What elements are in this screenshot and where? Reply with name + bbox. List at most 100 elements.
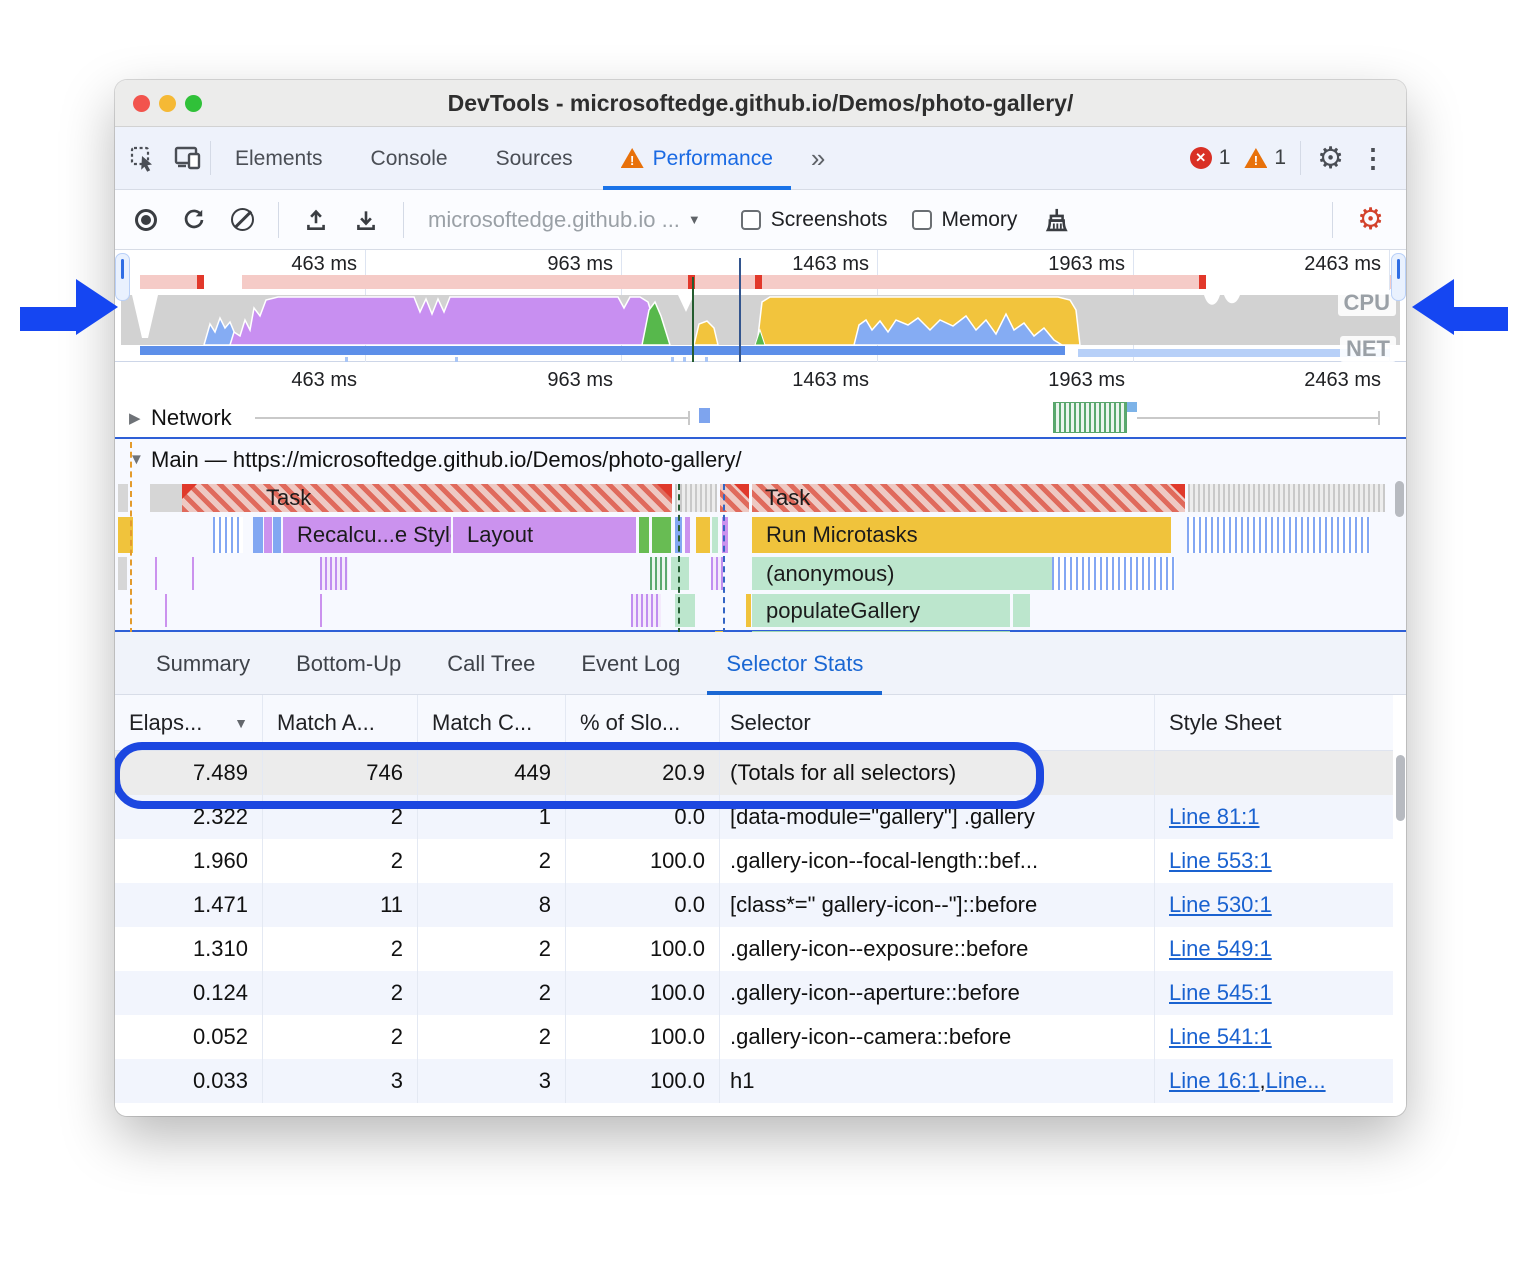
screenshots-checkbox[interactable] — [741, 210, 761, 230]
header-elapsed[interactable]: Elaps...▼ — [115, 695, 263, 750]
main-thread-track[interactable]: ▼ Main — https://microsoftedge.github.io… — [115, 437, 1406, 632]
flame-bar[interactable] — [264, 517, 272, 553]
memory-checkbox[interactable] — [912, 210, 932, 230]
clear-recording-icon[interactable] — [231, 208, 254, 231]
device-toolbar-icon[interactable] — [174, 145, 202, 171]
flame-bar[interactable] — [685, 517, 690, 553]
flame-task-fragments[interactable] — [1188, 484, 1385, 512]
tab-warning-icon: ! — [621, 148, 644, 168]
flame-task-partial[interactable] — [118, 484, 128, 512]
tab-event-log[interactable]: Event Log — [558, 632, 703, 695]
table-row[interactable]: 1.471 11 8 0.0 [class*=" gallery-icon--"… — [115, 883, 1393, 927]
error-count-icon[interactable]: ✕ — [1190, 147, 1212, 169]
tab-console[interactable]: Console — [347, 127, 472, 190]
flame-layout[interactable]: Layout — [453, 517, 636, 553]
flame-recalculate-style[interactable]: Recalcu...e Style — [283, 517, 451, 553]
timeline-overview[interactable]: 463 ms 963 ms 1463 ms 1963 ms 2463 ms — [115, 250, 1406, 362]
style-sheet-link[interactable]: Line... — [1266, 1068, 1326, 1094]
download-profile-icon[interactable] — [353, 207, 379, 233]
flame-long-task[interactable]: Task — [752, 484, 1185, 512]
overview-right-drag-handle[interactable] — [1391, 253, 1406, 301]
style-sheet-link[interactable]: Line 549:1 — [1169, 936, 1272, 962]
style-sheet-link[interactable]: Line 553:1 — [1169, 848, 1272, 874]
scrollbar-thumb[interactable] — [1396, 755, 1405, 821]
style-sheet-link[interactable]: Line 81:1 — [1169, 804, 1260, 830]
flame-long-task[interactable]: Task — [182, 484, 672, 512]
table-row-totals[interactable]: 7.489 746 449 20.9 (Totals for all selec… — [115, 751, 1393, 795]
network-request-block[interactable] — [1053, 402, 1127, 433]
flame-sliver[interactable] — [155, 557, 157, 590]
tab-selector-stats[interactable]: Selector Stats — [703, 632, 886, 695]
flame-task-gray[interactable] — [150, 484, 182, 512]
header-style-sheet[interactable]: Style Sheet — [1155, 695, 1393, 750]
flame-bar[interactable] — [639, 517, 649, 553]
kebab-menu-icon[interactable]: ⋮ — [1360, 143, 1386, 174]
tab-call-tree[interactable]: Call Tree — [424, 632, 558, 695]
style-sheet-link[interactable]: Line 541:1 — [1169, 1024, 1272, 1050]
scrollbar-thumb[interactable] — [1395, 481, 1404, 517]
flame-fragments[interactable] — [1187, 517, 1370, 553]
flame-fragments[interactable] — [1052, 557, 1175, 590]
long-task-red — [755, 275, 762, 289]
collapse-triangle-icon[interactable]: ▶ — [129, 409, 141, 427]
flame-bar[interactable] — [652, 517, 671, 553]
flame-bar-partial[interactable] — [118, 557, 127, 590]
flame-fragments[interactable] — [650, 557, 668, 590]
flame-fragments[interactable] — [711, 557, 723, 590]
tab-elements[interactable]: Elements — [211, 127, 347, 190]
flame-task-fragments[interactable] — [675, 484, 717, 512]
selector-stats-table: Elaps...▼ Match A... Match C... % of Slo… — [115, 695, 1406, 1116]
flame-populate-gallery[interactable]: populateGallery — [752, 594, 1010, 627]
collect-garbage-icon[interactable] — [1041, 206, 1069, 234]
flame-fragments[interactable] — [213, 517, 243, 553]
tab-sources[interactable]: Sources — [472, 127, 597, 190]
table-row[interactable]: 0.124 2 2 100.0 .gallery-icon--aperture:… — [115, 971, 1393, 1015]
flame-fragments[interactable] — [320, 557, 348, 590]
tab-summary[interactable]: Summary — [133, 632, 273, 695]
flame-bar[interactable] — [712, 517, 718, 553]
network-request-marker[interactable] — [699, 408, 710, 423]
table-row[interactable]: 2.322 2 1 0.0 [data-module="gallery"] .g… — [115, 795, 1393, 839]
flame-bar[interactable] — [273, 517, 281, 553]
reload-and-record-button[interactable] — [181, 207, 207, 233]
settings-gear-icon[interactable]: ⚙ — [1317, 141, 1344, 176]
header-match-attempts[interactable]: Match A... — [263, 695, 418, 750]
style-sheet-link[interactable]: Line 16:1 — [1169, 1068, 1260, 1094]
flame-sliver[interactable] — [165, 594, 167, 627]
network-request-marker[interactable] — [1127, 402, 1137, 412]
warning-count-icon[interactable]: ! — [1244, 148, 1267, 168]
table-row[interactable]: 1.310 2 2 100.0 .gallery-icon--exposure:… — [115, 927, 1393, 971]
upload-profile-icon[interactable] — [303, 207, 329, 233]
flame-run-microtasks[interactable]: Run Microtasks — [752, 517, 1171, 553]
table-row[interactable]: 0.033 3 3 100.0 h1 Line 16:1 , Line... — [115, 1059, 1393, 1103]
header-pct-slow[interactable]: % of Slo... — [566, 695, 720, 750]
flame-fragments[interactable] — [631, 594, 661, 627]
flame-sliver[interactable] — [746, 594, 751, 627]
more-tabs-icon[interactable]: » — [797, 127, 839, 190]
style-sheet-link[interactable]: Line 545:1 — [1169, 980, 1272, 1006]
history-select[interactable]: microsoftedge.github.io ... ▼ — [428, 207, 701, 233]
flame-sliver[interactable] — [320, 594, 322, 627]
flame-bar[interactable] — [1013, 594, 1030, 627]
flame-bar[interactable] — [253, 517, 263, 553]
memory-checkbox-group[interactable]: Memory — [912, 208, 1018, 232]
header-match-count[interactable]: Match C... — [418, 695, 566, 750]
table-row[interactable]: 0.052 2 2 100.0 .gallery-icon--camera::b… — [115, 1015, 1393, 1059]
flame-bar[interactable] — [696, 517, 710, 553]
tab-performance[interactable]: ! Performance — [597, 127, 797, 190]
flame-bar[interactable] — [671, 557, 689, 590]
capture-settings-gear-icon[interactable]: ⚙ — [1357, 202, 1384, 237]
inspect-element-icon[interactable] — [129, 145, 156, 172]
record-button[interactable] — [135, 209, 157, 231]
cell-selector: [class*=" gallery-icon--"]::before — [720, 883, 1155, 927]
network-track[interactable]: ▶ Network — [115, 400, 1406, 437]
tab-bottom-up[interactable]: Bottom-Up — [273, 632, 424, 695]
ruler-tick: 2463 ms — [1251, 369, 1381, 392]
flame-anonymous[interactable]: (anonymous) — [752, 557, 1052, 590]
marker-dashed-blue — [723, 484, 725, 634]
flame-sliver[interactable] — [192, 557, 194, 590]
screenshots-checkbox-group[interactable]: Screenshots — [741, 208, 888, 232]
header-selector[interactable]: Selector — [720, 695, 1155, 750]
style-sheet-link[interactable]: Line 530:1 — [1169, 892, 1272, 918]
table-row[interactable]: 1.960 2 2 100.0 .gallery-icon--focal-len… — [115, 839, 1393, 883]
